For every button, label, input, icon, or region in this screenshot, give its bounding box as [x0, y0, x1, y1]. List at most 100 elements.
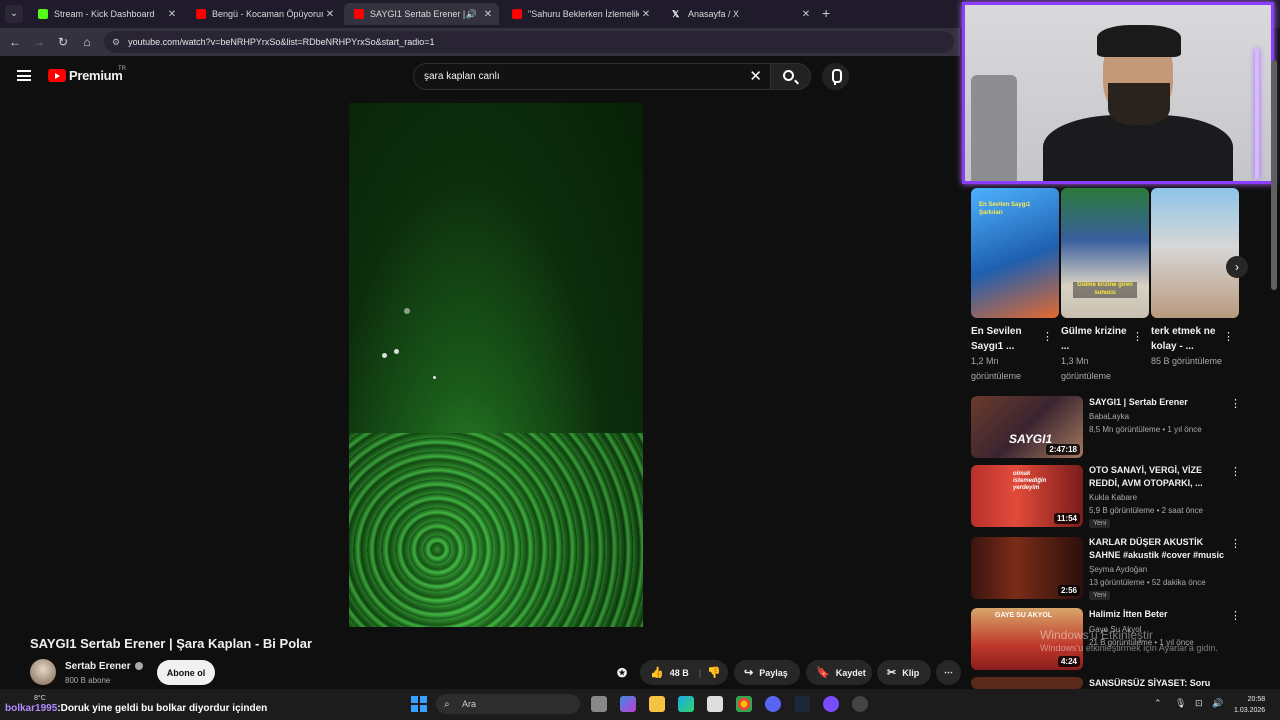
rec-meta: 8,5 Mn görüntüleme • 1 yıl önce — [1089, 425, 1202, 434]
share-label: Paylaş — [759, 667, 788, 678]
youtube-premium-logo[interactable]: Premium TR — [48, 66, 126, 83]
discord-icon[interactable] — [765, 696, 781, 712]
reload-icon[interactable]: ↻ — [51, 35, 75, 49]
rec-channel[interactable]: Şeyma Aydoğan — [1089, 565, 1147, 574]
rec-meta: 5,9 B görüntüleme • 2 saat önce — [1089, 506, 1203, 515]
weather-widget[interactable]: 8°C — [34, 695, 46, 702]
short-thumbnail-3[interactable] — [1151, 188, 1239, 318]
extension-icon[interactable]: ✪ — [617, 660, 637, 685]
volume-icon[interactable]: 🔊 — [1212, 698, 1223, 709]
rec-more-icon[interactable]: ⋮ — [1230, 465, 1241, 478]
chrome-icon[interactable] — [736, 696, 752, 712]
new-tab-button[interactable]: + — [822, 5, 830, 21]
close-tab-icon[interactable]: ✕ — [481, 9, 495, 20]
close-tab-icon[interactable]: ✕ — [165, 9, 179, 20]
short-title[interactable]: terk etmek ne kolay - ... — [1151, 324, 1221, 354]
tab-sahuru[interactable]: "Sahuru Beklerken İzlemelik Ed ✕ — [502, 3, 657, 25]
video-player[interactable] — [349, 103, 643, 627]
scissors-icon: ✂ — [887, 667, 897, 679]
close-tab-icon[interactable]: ✕ — [799, 9, 813, 20]
rec-more-icon[interactable]: ⋮ — [1230, 537, 1241, 550]
chevron-up-icon[interactable]: ⌃ — [1154, 698, 1162, 709]
rec-thumbnail[interactable] — [971, 677, 1083, 689]
voice-search-mic-icon[interactable] — [822, 63, 849, 90]
duration-badge: 4:24 — [1057, 656, 1080, 667]
rec-thumbnail[interactable]: SAYGI1 2:47:18 — [971, 396, 1083, 458]
app-icon[interactable] — [823, 696, 839, 712]
tab-bengu[interactable]: Bengü - Kocaman Öpüyorum - ✕ — [186, 3, 341, 25]
short-thumbnail-2[interactable]: Gülme krizine giren sunucu — [1061, 188, 1149, 318]
neon-light — [1255, 49, 1259, 179]
taskbar-clock[interactable]: 20:58 1.03.2026 — [1234, 694, 1265, 716]
store-icon[interactable] — [620, 696, 636, 712]
rec-more-icon[interactable]: ⋮ — [1230, 609, 1241, 622]
short-more-icon[interactable]: ⋮ — [1132, 330, 1143, 343]
rec-title[interactable]: SAYGI1 | Sertab Erener — [1089, 396, 1227, 409]
save-button[interactable]: 🔖 Kaydet — [806, 660, 872, 685]
tab-kick-dashboard[interactable]: Stream - Kick Dashboard ✕ — [28, 3, 183, 25]
url-text: youtube.com/watch?v=beNRHPYrxSo&list=RDb… — [128, 37, 435, 47]
more-actions-button[interactable]: ⋯ — [936, 660, 961, 685]
address-bar[interactable]: ⚙ youtube.com/watch?v=beNRHPYrxSo&list=R… — [104, 31, 954, 53]
stage-light — [382, 353, 387, 358]
clock-date: 1.03.2026 — [1234, 707, 1266, 714]
file-explorer-icon[interactable] — [649, 696, 665, 712]
tab-saygi1-active[interactable]: SAYGI1 Sertab Erener | Şara 🔊 ✕ — [344, 3, 499, 25]
site-info-icon[interactable]: ⚙ — [112, 37, 120, 48]
forward-arrow-icon[interactable]: → — [27, 35, 51, 49]
rec-thumbnail[interactable]: 2:56 — [971, 537, 1083, 599]
channel-name[interactable]: Sertab Erener — [65, 661, 143, 672]
close-tab-icon[interactable]: ✕ — [639, 9, 653, 20]
rec-title[interactable]: Halimiz İtten Beter — [1089, 608, 1227, 621]
clear-search-icon[interactable]: ✕ — [749, 67, 762, 85]
taskbar-search-input[interactable]: ⌕ Ara — [436, 694, 580, 714]
rec-channel[interactable]: BabaLayka — [1089, 412, 1129, 421]
tab-label: Bengü - Kocaman Öpüyorum - — [212, 9, 323, 19]
more-icon: ⋯ — [944, 667, 953, 677]
stage-light — [404, 308, 410, 314]
like-icon[interactable]: 👍 — [650, 666, 664, 679]
duration-badge: 2:56 — [1057, 585, 1080, 596]
channel-avatar[interactable] — [30, 659, 56, 685]
back-arrow-icon[interactable]: ← — [3, 35, 27, 49]
obs-icon[interactable] — [852, 696, 868, 712]
speaker-icon[interactable]: 🔊 — [466, 9, 477, 20]
clip-button[interactable]: ✂ Klip — [877, 660, 931, 685]
hamburger-menu-icon[interactable] — [17, 70, 31, 81]
like-count[interactable]: 48 B — [670, 668, 689, 678]
short-more-icon[interactable]: ⋮ — [1042, 330, 1053, 343]
short-views: 1,3 Mn görüntüleme — [1061, 356, 1112, 381]
short-thumb-text: Gülme krizine giren sunucu — [1073, 282, 1137, 298]
dislike-icon[interactable]: 👎 — [707, 666, 721, 679]
steam-icon[interactable] — [794, 696, 810, 712]
short-more-icon[interactable]: ⋮ — [1223, 330, 1234, 343]
task-view-icon[interactable] — [591, 696, 607, 712]
share-button[interactable]: ↪ Paylaş — [734, 660, 800, 685]
browser-toolbar: ← → ↻ ⌂ ⚙ youtube.com/watch?v=beNRHPYrxS… — [0, 28, 960, 56]
search-button[interactable] — [771, 63, 811, 90]
rec-channel[interactable]: Kukla Kabare — [1089, 493, 1137, 502]
home-icon[interactable]: ⌂ — [75, 35, 99, 49]
page-scrollbar[interactable] — [1271, 60, 1277, 290]
microsoft-store-icon[interactable] — [707, 696, 723, 712]
microphone-icon[interactable]: 🎙 — [1175, 698, 1186, 709]
screen: ⌄ Stream - Kick Dashboard ✕ Bengü - Koca… — [0, 0, 1280, 720]
short-thumb-text: En Sevilen Saygı1 Şarkıları — [979, 202, 1031, 216]
edge-icon[interactable] — [678, 696, 694, 712]
short-title[interactable]: En Sevilen Saygı1 ... — [971, 324, 1041, 354]
chevron-right-icon[interactable]: › — [1226, 256, 1248, 278]
network-icon[interactable]: ⊡ — [1195, 698, 1203, 709]
search-input[interactable]: şara kaplan canlı ✕ — [413, 63, 771, 90]
windows-start-icon[interactable] — [411, 696, 427, 712]
subscribe-button[interactable]: Abone ol — [157, 660, 215, 685]
close-tab-icon[interactable]: ✕ — [323, 9, 337, 20]
tab-x-home[interactable]: 𝕏 Anasayfa / X ✕ — [662, 3, 817, 25]
rec-title[interactable]: KARLAR DÜŞER AKUSTİK SAHNE #akustik #cov… — [1089, 536, 1227, 562]
rec-thumbnail[interactable]: olmak istemediğin yerdeyim 11:54 — [971, 465, 1083, 527]
rec-title[interactable]: OTO SANAYİ, VERGİ, VİZE REDDİ, AVM OTOPA… — [1089, 464, 1227, 490]
tab-search-dropdown-icon[interactable]: ⌄ — [5, 5, 23, 23]
rec-more-icon[interactable]: ⋮ — [1230, 397, 1241, 410]
thumb-text: GAYE SU AKYOL — [995, 612, 1053, 619]
short-thumbnail-1[interactable]: En Sevilen Saygı1 Şarkıları — [971, 188, 1059, 318]
short-title[interactable]: Gülme krizine ... — [1061, 324, 1131, 354]
